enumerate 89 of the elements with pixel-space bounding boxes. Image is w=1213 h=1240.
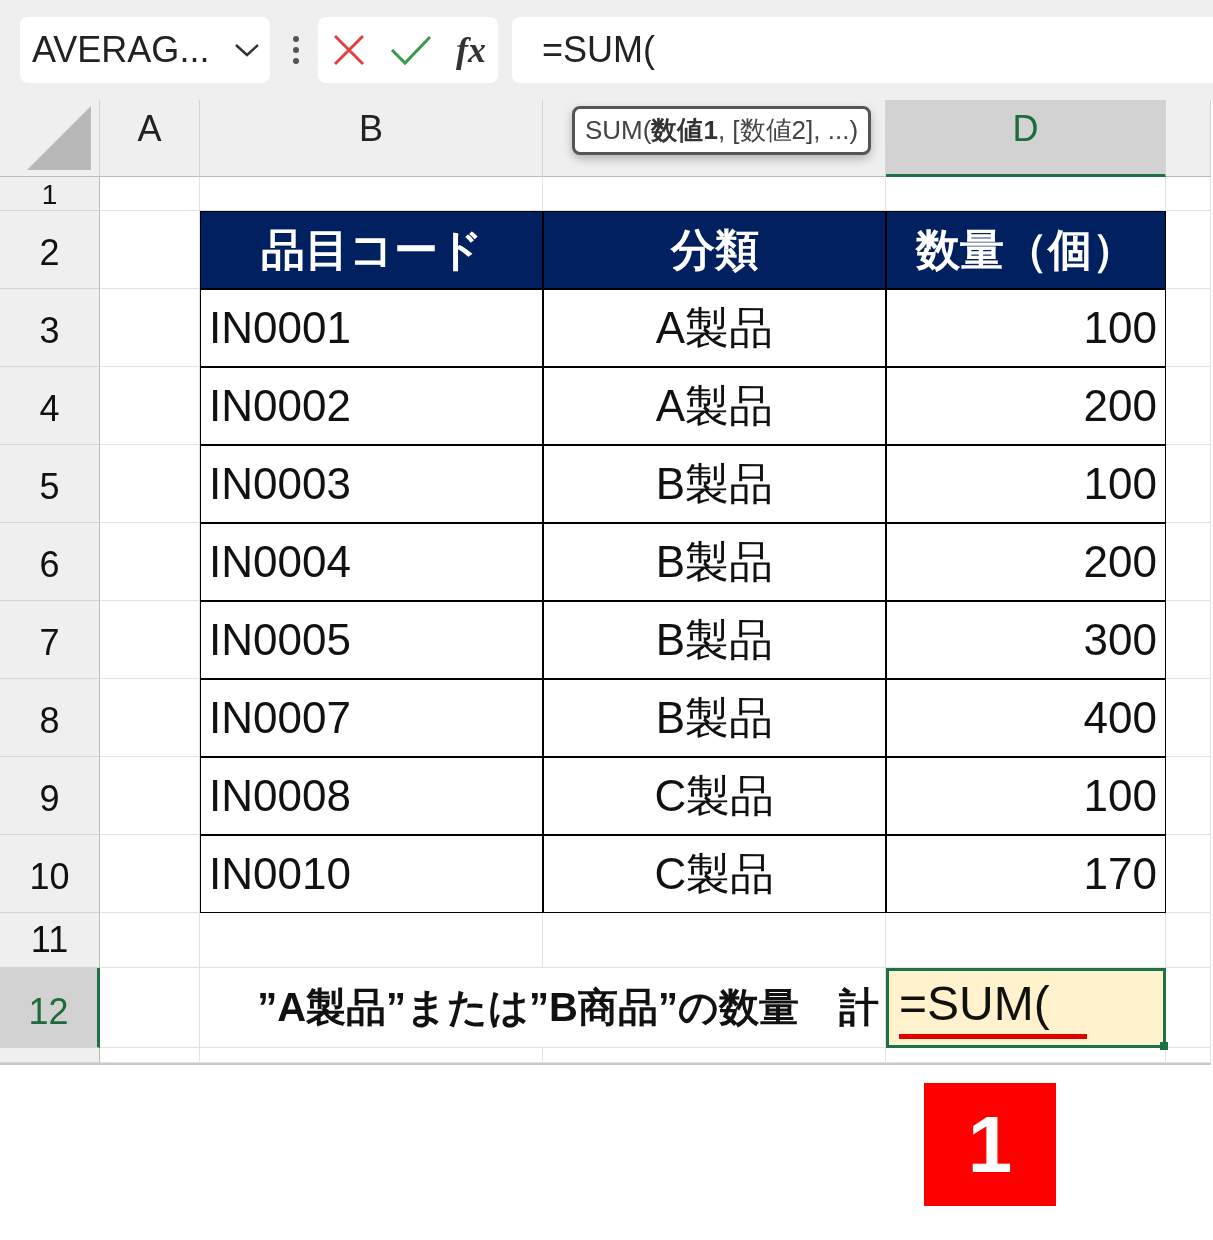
table-cell: A製品 bbox=[543, 367, 886, 445]
grid-cell[interactable] bbox=[1166, 913, 1211, 968]
function-tooltip: SUM(数値1, [数値2], ...) bbox=[572, 106, 872, 155]
table-cell: 170 bbox=[886, 835, 1166, 913]
row-header[interactable]: 3 bbox=[0, 289, 100, 367]
grid-cell[interactable] bbox=[100, 913, 200, 968]
grid-cell[interactable] bbox=[200, 913, 543, 968]
row-header[interactable]: 12 bbox=[0, 968, 100, 1048]
table-cell: IN0007 bbox=[200, 679, 543, 757]
grid-cell[interactable] bbox=[543, 913, 886, 968]
table-header-cell: 品目コード bbox=[200, 211, 543, 289]
grid-cell[interactable] bbox=[1166, 679, 1211, 757]
row-header[interactable]: 6 bbox=[0, 523, 100, 601]
table-cell: 300 bbox=[886, 601, 1166, 679]
insert-function-button[interactable]: fx bbox=[456, 29, 486, 71]
grid-cell[interactable] bbox=[1166, 289, 1211, 367]
cancel-icon[interactable] bbox=[332, 33, 366, 67]
grid-cell[interactable] bbox=[1166, 835, 1211, 913]
row-header[interactable]: 7 bbox=[0, 601, 100, 679]
table-cell: B製品 bbox=[543, 445, 886, 523]
active-cell[interactable]: =SUM( bbox=[886, 968, 1166, 1048]
table-cell: IN0008 bbox=[200, 757, 543, 835]
grid-cell[interactable] bbox=[1166, 601, 1211, 679]
row-header[interactable]: 8 bbox=[0, 679, 100, 757]
table-cell: A製品 bbox=[543, 289, 886, 367]
row-header[interactable]: 10 bbox=[0, 835, 100, 913]
more-options-icon[interactable] bbox=[292, 35, 300, 65]
row-header[interactable]: 11 bbox=[0, 913, 100, 968]
row-header[interactable]: 9 bbox=[0, 757, 100, 835]
grid-cell[interactable] bbox=[100, 523, 200, 601]
grid-cell[interactable] bbox=[100, 601, 200, 679]
column-header[interactable]: A bbox=[100, 100, 200, 177]
row-header[interactable]: 2 bbox=[0, 211, 100, 289]
grid-cell[interactable] bbox=[200, 1048, 543, 1063]
grid-cell[interactable] bbox=[1166, 367, 1211, 445]
fill-handle[interactable] bbox=[1160, 1042, 1168, 1050]
column-header[interactable]: B bbox=[200, 100, 543, 177]
grid-cell[interactable] bbox=[100, 177, 200, 211]
row-header[interactable]: 1 bbox=[0, 177, 100, 211]
table-cell: IN0001 bbox=[200, 289, 543, 367]
row-header[interactable]: 4 bbox=[0, 367, 100, 445]
table-cell: IN0010 bbox=[200, 835, 543, 913]
grid-cell[interactable] bbox=[543, 1048, 886, 1063]
table-cell: 100 bbox=[886, 445, 1166, 523]
grid-cell[interactable] bbox=[100, 757, 200, 835]
grid-cell[interactable] bbox=[1166, 968, 1211, 1048]
grid-cell[interactable] bbox=[886, 1048, 1166, 1063]
table-cell: B製品 bbox=[543, 601, 886, 679]
grid-cell[interactable] bbox=[100, 367, 200, 445]
dropdown-caret-icon[interactable] bbox=[234, 42, 260, 58]
name-box[interactable]: AVERAG... bbox=[20, 17, 270, 83]
table-cell: 400 bbox=[886, 679, 1166, 757]
grid-cell[interactable] bbox=[100, 835, 200, 913]
table-cell: C製品 bbox=[543, 835, 886, 913]
table-cell: B製品 bbox=[543, 679, 886, 757]
grid-cell[interactable] bbox=[100, 679, 200, 757]
table-cell: IN0003 bbox=[200, 445, 543, 523]
cell-formula-text: =SUM( bbox=[899, 977, 1051, 1030]
grid-cell[interactable] bbox=[1166, 177, 1211, 211]
step-badge: 1 bbox=[924, 1083, 1056, 1206]
grid-cell[interactable] bbox=[1166, 445, 1211, 523]
table-cell: 100 bbox=[886, 289, 1166, 367]
formula-bar[interactable]: =SUM( bbox=[512, 17, 1213, 83]
table-cell: 200 bbox=[886, 367, 1166, 445]
grid-cell[interactable] bbox=[100, 445, 200, 523]
name-box-value: AVERAG... bbox=[32, 29, 210, 71]
table-header-cell: 数量（個） bbox=[886, 211, 1166, 289]
table-cell: IN0004 bbox=[200, 523, 543, 601]
row-header[interactable]: 5 bbox=[0, 445, 100, 523]
table-cell: 100 bbox=[886, 757, 1166, 835]
grid-cell[interactable] bbox=[100, 968, 200, 1048]
table-cell: C製品 bbox=[543, 757, 886, 835]
grid-cell[interactable] bbox=[100, 1048, 200, 1063]
formula-text: =SUM( bbox=[542, 29, 655, 71]
table-cell: IN0002 bbox=[200, 367, 543, 445]
row-header[interactable] bbox=[0, 1048, 100, 1063]
grid-cell[interactable] bbox=[100, 289, 200, 367]
column-header[interactable]: D bbox=[886, 100, 1166, 177]
grid-cell[interactable] bbox=[1166, 211, 1211, 289]
select-all-button[interactable] bbox=[0, 100, 100, 177]
table-cell: 200 bbox=[886, 523, 1166, 601]
total-label: ”A製品”または”B商品”の数量 計 bbox=[200, 968, 886, 1048]
table-cell: IN0005 bbox=[200, 601, 543, 679]
check-icon[interactable] bbox=[390, 34, 432, 66]
grid-cell[interactable] bbox=[1166, 757, 1211, 835]
grid-cell[interactable] bbox=[1166, 1048, 1211, 1063]
grid-cell[interactable] bbox=[1166, 523, 1211, 601]
table-header-cell: 分類 bbox=[543, 211, 886, 289]
table-cell: B製品 bbox=[543, 523, 886, 601]
